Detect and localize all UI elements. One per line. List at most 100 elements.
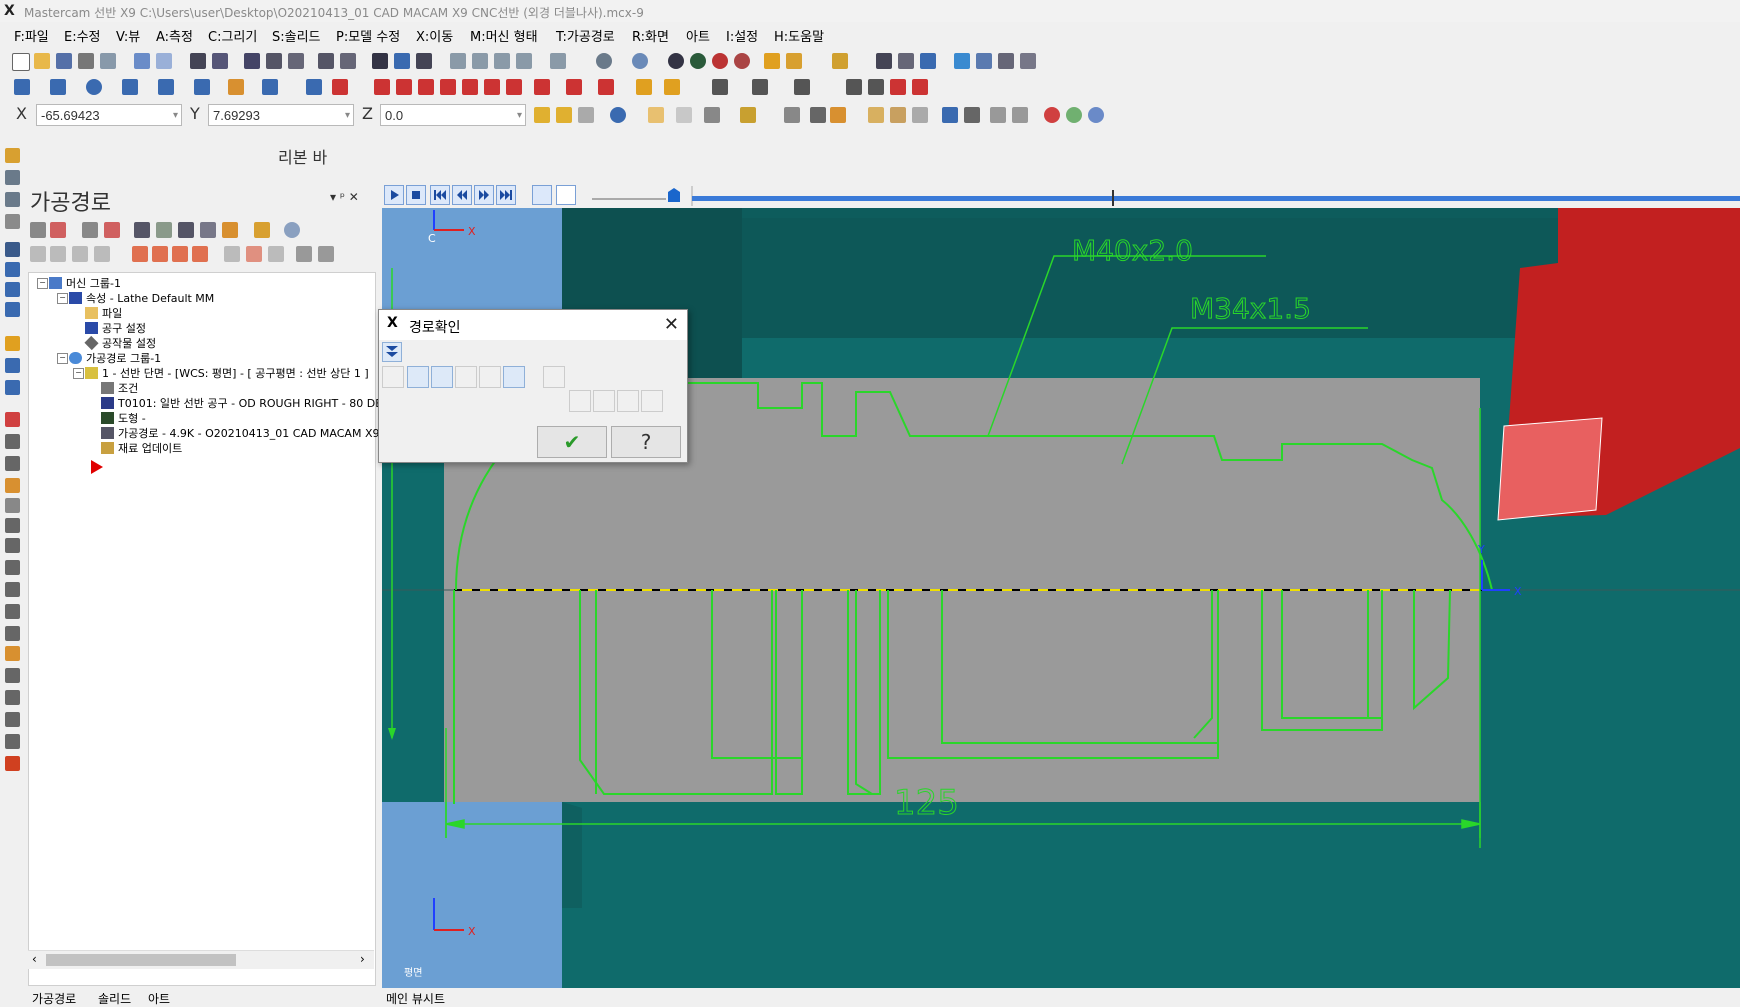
config-icon[interactable] [976,53,992,69]
unzoom-icon[interactable] [318,53,334,69]
layout-icon[interactable] [1020,53,1036,69]
select-icon[interactable] [416,53,432,69]
select-all-icon[interactable] [648,107,664,123]
ok-button[interactable]: ✔ [537,426,607,458]
select-failed-ops-icon[interactable] [50,222,66,238]
tree-horizontal-scrollbar[interactable]: ‹ › [28,950,374,969]
menu-draw[interactable]: C:그리기 [208,26,257,45]
speed-thumb[interactable] [668,188,680,202]
stop-button[interactable] [406,185,426,205]
chevron-down-icon[interactable]: ▾ [345,105,350,127]
delete-icon[interactable] [332,79,348,95]
group-icon[interactable] [990,107,1006,123]
chart-icon[interactable] [898,53,914,69]
tree-item-tool-settings[interactable]: 공구 설정 [85,320,146,336]
tree-item-stock-update[interactable]: 재료 업데이트 [101,440,182,456]
invert-icon[interactable] [704,107,720,123]
stock-flip-icon[interactable] [5,582,20,597]
menu-machine-type[interactable]: M:머신 형태 [470,26,538,45]
lathe-rough-icon[interactable] [5,262,20,277]
scroll-icon[interactable] [192,246,208,262]
zoom-selected-icon[interactable] [266,53,282,69]
undo-icon[interactable] [134,53,150,69]
menu-screen[interactable]: R:화면 [632,26,669,45]
view-right-icon[interactable] [494,53,510,69]
step-back-button[interactable] [452,185,472,205]
dimension-icon[interactable] [636,79,652,95]
cursor-icon[interactable] [810,107,826,123]
menu-analyze[interactable]: A:측정 [156,26,193,45]
tree-item-face-operation[interactable]: 1 - 선반 단면 - [WCS: 평면] - [ 공구평면 : 선반 상단 1… [85,365,369,381]
group-ops-icon[interactable] [296,246,312,262]
rewind-button[interactable] [430,185,450,205]
view-iso-icon[interactable] [516,53,532,69]
solids-manager-icon[interactable] [5,170,20,185]
tab-art[interactable]: 아트 [148,990,170,1007]
quick-verify-button[interactable] [503,366,525,388]
tab-solids[interactable]: 솔리드 [98,990,131,1007]
lathe-cutoff-icon[interactable] [5,380,20,395]
planes-icon[interactable] [5,242,20,257]
xform-project-icon[interactable] [506,79,522,95]
chevron-down-icon[interactable]: ▾ [517,105,522,127]
tree-item-properties[interactable]: 속성 - Lathe Default MM [69,290,214,306]
menu-settings[interactable]: I:설정 [726,26,758,45]
ok-circle-icon[interactable] [1066,107,1082,123]
panel-controls[interactable]: ▾ ᵖ ✕ [330,190,359,204]
macro-icon[interactable] [998,53,1014,69]
fit-icon[interactable] [190,53,206,69]
display-holder-button[interactable] [431,366,453,388]
menu-art[interactable]: 아트 [686,26,710,45]
scroll-right-icon[interactable]: › [360,952,365,966]
shaded-icon[interactable] [690,53,706,69]
print-icon[interactable] [78,53,94,69]
stock-advance-icon[interactable] [5,604,20,619]
zoom-in-icon[interactable] [288,53,304,69]
move-up-icon[interactable] [152,246,168,262]
expand-dialog-button[interactable] [382,342,402,362]
rectangle-icon[interactable] [122,79,138,95]
tree-item-parameters[interactable]: 조건 [101,380,138,396]
toolpath-info-button[interactable] [569,390,591,412]
stock-icon[interactable] [5,498,20,513]
x-coordinate-field[interactable]: -65.69423 ▾ [36,104,182,126]
view-top-icon[interactable] [450,53,466,69]
simulate-ops-icon[interactable] [178,222,194,238]
zoom-window-icon[interactable] [212,53,228,69]
point-icon[interactable] [14,79,30,95]
lathe-drill-icon[interactable] [5,358,20,373]
tag-icon[interactable] [246,246,262,262]
menu-view[interactable]: V:뷰 [116,26,140,45]
hidden-line-icon[interactable] [712,53,728,69]
insert-after-icon[interactable] [172,246,188,262]
playback-slider[interactable] [592,186,1740,206]
menu-toolpaths[interactable]: T:가공경로 [556,26,615,45]
surface-icon[interactable] [228,79,244,95]
rotate-icon[interactable] [372,53,388,69]
note-icon[interactable] [664,79,680,95]
configure-button[interactable] [543,366,565,388]
pickoff-icon[interactable] [5,646,20,661]
menu-help[interactable]: H:도움말 [774,26,824,45]
spindle-icon[interactable] [5,668,20,683]
scroll-thumb[interactable] [46,954,236,966]
verify-ops-icon[interactable] [156,222,172,238]
single-op-icon[interactable] [224,246,240,262]
delete-ops-icon[interactable] [254,222,270,238]
solid-fillet-icon[interactable] [912,79,928,95]
move-insert-icon[interactable] [94,246,110,262]
tree-item-machine-group[interactable]: 머신 그룹-1 [49,275,121,291]
regen-selected-icon[interactable] [82,222,98,238]
verify-icon[interactable] [942,107,958,123]
move-down-icon[interactable] [132,246,148,262]
save-geometry-button[interactable] [593,390,615,412]
autocursor-icon[interactable] [534,107,550,123]
cycle-button[interactable] [382,366,404,388]
high-speed-icon[interactable] [222,222,238,238]
toggle-display-icon[interactable] [50,246,66,262]
xform-array-icon[interactable] [484,79,500,95]
menu-solids[interactable]: S:솔리드 [272,26,321,45]
toolpath-manager-icon[interactable] [5,148,20,163]
tailstock-icon[interactable] [5,538,20,553]
shading-sphere-icon[interactable] [632,53,648,69]
